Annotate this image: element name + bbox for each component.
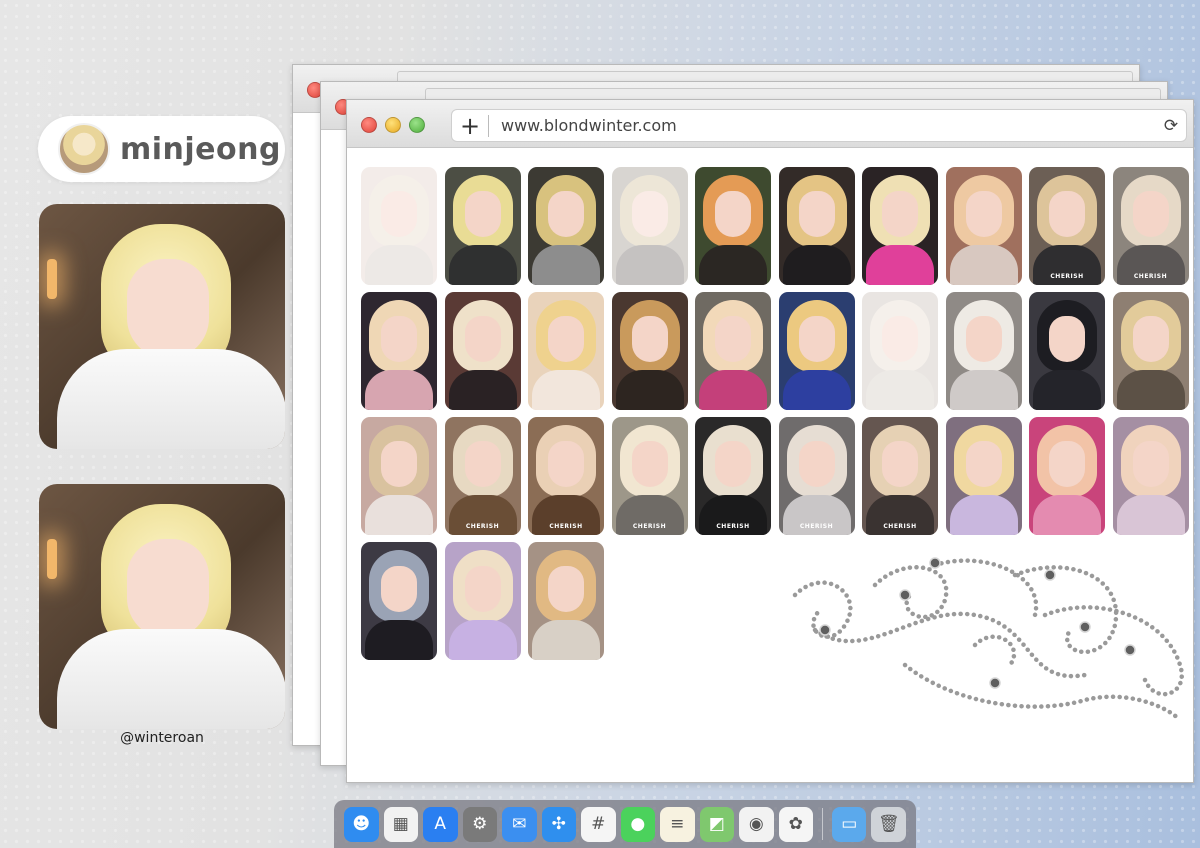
- trash-icon[interactable]: 🗑: [871, 806, 906, 842]
- photocard[interactable]: [528, 167, 604, 285]
- profile-pill: minjeong: [38, 116, 285, 182]
- photocard-label: CHERISH: [549, 523, 583, 530]
- launchpad-icon[interactable]: ▦: [383, 806, 418, 842]
- messages-icon[interactable]: ●: [620, 806, 655, 842]
- app-store-icon[interactable]: A: [423, 806, 458, 842]
- photocard[interactable]: [444, 167, 521, 285]
- close-window-button[interactable]: [361, 117, 377, 133]
- folder-icon[interactable]: ▭: [831, 806, 867, 842]
- photocard[interactable]: [611, 167, 688, 285]
- avatar: [58, 123, 110, 175]
- window-titlebar: + www.blondwinter.com ⟳: [347, 100, 1193, 148]
- photocard[interactable]: [444, 292, 521, 410]
- photocard[interactable]: [945, 292, 1022, 410]
- photocard[interactable]: CHERISH: [444, 417, 521, 535]
- photocard[interactable]: [528, 292, 604, 410]
- photocard[interactable]: [695, 167, 771, 285]
- photocard[interactable]: [528, 542, 604, 660]
- chrome-icon[interactable]: ◉: [739, 806, 774, 842]
- photocard[interactable]: [361, 292, 437, 410]
- photocard[interactable]: CHERISH: [528, 417, 604, 535]
- photocard[interactable]: [361, 542, 437, 660]
- photocard[interactable]: [1112, 417, 1189, 535]
- profile-handle: @winteroan: [120, 730, 204, 746]
- photocard[interactable]: CHERISH: [1029, 167, 1105, 285]
- profile-photo-2: [39, 484, 285, 729]
- slack-icon[interactable]: #: [581, 806, 616, 842]
- photocard[interactable]: CHERISH: [778, 417, 855, 535]
- photocard[interactable]: [1112, 292, 1189, 410]
- photocard-label: CHERISH: [716, 523, 750, 530]
- dock-separator: [822, 808, 823, 840]
- browser-window-main: + www.blondwinter.com ⟳ CHERISH CHERISH CH…: [346, 99, 1194, 783]
- minimize-window-button[interactable]: [385, 117, 401, 133]
- maximize-window-button[interactable]: [409, 117, 425, 133]
- mail-icon[interactable]: ✉: [502, 806, 537, 842]
- photocard[interactable]: [444, 542, 521, 660]
- address-bar[interactable]: + www.blondwinter.com ⟳: [451, 109, 1187, 142]
- system-settings-icon[interactable]: ⚙: [462, 806, 497, 842]
- finder-icon[interactable]: ☻: [344, 806, 379, 842]
- photos-icon[interactable]: ✿: [778, 806, 813, 842]
- photocard-label: CHERISH: [465, 523, 500, 530]
- safari-icon[interactable]: ✣: [541, 806, 576, 842]
- photocard[interactable]: [945, 417, 1022, 535]
- maps-icon[interactable]: ◩: [699, 806, 734, 842]
- photocard-label: CHERISH: [1133, 273, 1168, 280]
- photocard[interactable]: [778, 292, 855, 410]
- photocard[interactable]: [1029, 417, 1105, 535]
- photocard[interactable]: CHERISH: [695, 417, 771, 535]
- photocard[interactable]: [361, 417, 437, 535]
- new-tab-icon[interactable]: +: [452, 114, 488, 138]
- rhinestone-swirl-decoration: [792, 557, 1184, 723]
- photocard[interactable]: [862, 167, 938, 285]
- photocard[interactable]: [1029, 292, 1105, 410]
- photocard-label: CHERISH: [883, 523, 917, 530]
- photocard-label: CHERISH: [632, 523, 667, 530]
- notes-icon[interactable]: ≡: [660, 806, 695, 842]
- dock: ☻ ▦ A ⚙ ✉ ✣ # ● ≡ ◩ ◉ ✿ ▭ 🗑: [334, 800, 916, 848]
- url-text[interactable]: www.blondwinter.com: [501, 116, 1156, 135]
- profile-photo-1: [39, 204, 285, 449]
- photocard[interactable]: [695, 292, 771, 410]
- photocard-label: CHERISH: [1050, 273, 1084, 280]
- address-bar-divider: [488, 114, 489, 137]
- profile-name: minjeong: [120, 131, 281, 167]
- photocard-label: CHERISH: [799, 523, 834, 530]
- photocard[interactable]: [778, 167, 855, 285]
- photocard[interactable]: CHERISH: [862, 417, 938, 535]
- photocard[interactable]: [862, 292, 938, 410]
- photocard[interactable]: [611, 292, 688, 410]
- reload-icon[interactable]: ⟳: [1156, 116, 1186, 136]
- photocard[interactable]: [945, 167, 1022, 285]
- photocard[interactable]: CHERISH: [1112, 167, 1189, 285]
- photocard[interactable]: [361, 167, 437, 285]
- photocard[interactable]: CHERISH: [611, 417, 688, 535]
